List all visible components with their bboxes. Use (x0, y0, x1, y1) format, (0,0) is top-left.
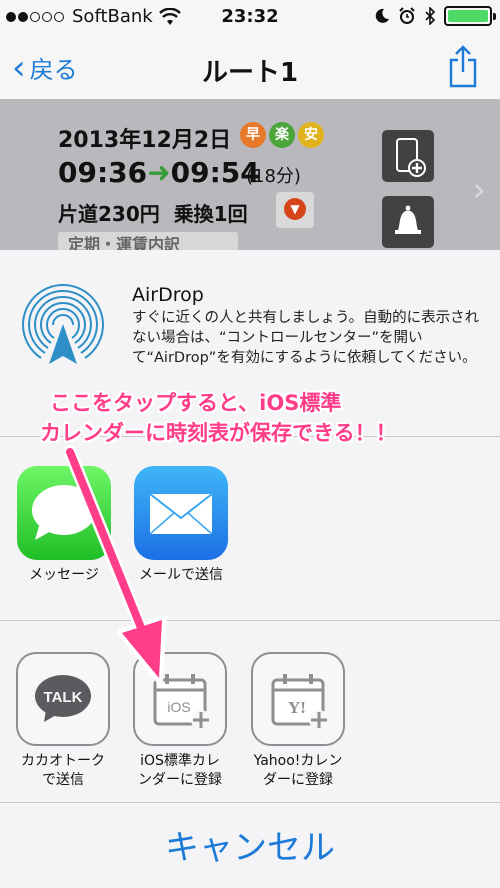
kakaotalk-icon: TALK (16, 652, 110, 746)
chevron-right-icon: › (472, 170, 486, 210)
mail-share-button[interactable]: メールで送信 (128, 466, 234, 585)
route-badges: 早 楽 安 (240, 122, 324, 148)
bell-icon (395, 205, 421, 234)
airdrop-title: AirDrop (132, 284, 204, 306)
do-not-disturb-moon-icon (375, 8, 389, 23)
cheapest-badge: 安 (298, 122, 324, 148)
fastest-badge: 早 (240, 122, 266, 148)
status-bar: SoftBank 23:32 (0, 0, 500, 36)
messages-share-button[interactable]: メッセージ (14, 466, 114, 585)
messages-label: メッセージ (29, 567, 99, 583)
share-icon[interactable] (448, 44, 478, 88)
kakaotalk-label: カカオトーク で送信 (21, 753, 105, 788)
page-title: ルート1 (201, 58, 299, 88)
annotation-line-2: カレンダーに時刻表が保存できる！！ (40, 421, 397, 445)
ios-calendar-label: iOS標準カレ ンダーに登録 (138, 753, 222, 788)
yahoo-calendar-add-icon: Y! (251, 652, 345, 746)
arrow-right-icon: ➜ (147, 156, 171, 189)
route-fare-info: 片道230円 乗換1回 (58, 198, 248, 227)
fare: 片道230円 (58, 202, 160, 226)
route-date: 2013年12月2日 (58, 128, 232, 153)
airdrop-icon[interactable] (16, 278, 110, 372)
add-to-phone-button[interactable] (382, 130, 434, 182)
svg-text:iOS: iOS (167, 699, 190, 715)
map-pin-button[interactable]: ▼ (276, 192, 314, 228)
chevron-down-circle-icon: ▼ (284, 198, 306, 220)
alarm-button[interactable] (382, 196, 434, 248)
annotation-text: ここをタップすると、iOS標準 カレンダーに時刻表が保存できる！！ (40, 388, 470, 448)
ios-calendar-add-icon: iOS (133, 652, 227, 746)
kakaotalk-share-button[interactable]: TALK カカオトーク で送信 (8, 652, 118, 790)
svg-text:TALK: TALK (44, 689, 83, 706)
route-times: 09:36➜09:54 (58, 156, 260, 189)
share-sheet: AirDrop すぐに近くの人と共有しましょう。自動的に表示されない場合は、“コ… (0, 250, 500, 888)
yahoo-calendar-register-button[interactable]: Y! Yahoo!カレン ダーに登録 (242, 652, 354, 790)
mail-icon (134, 466, 228, 560)
divider (0, 802, 500, 803)
bluetooth-icon (425, 7, 436, 25)
cancel-button[interactable]: キャンセル (0, 820, 500, 869)
alarm-clock-icon (399, 7, 415, 24)
route-duration: (18分) (246, 166, 301, 187)
departure-time: 09:36 (58, 156, 148, 189)
navigation-bar: ‹ 戻る ルート1 (0, 36, 500, 100)
add-to-phone-icon (396, 138, 426, 177)
airdrop-description: すぐに近くの人と共有しましょう。自動的に表示されない場合は、“コントロールセンタ… (132, 310, 480, 366)
annotation-line-1: ここをタップすると、iOS標準 (50, 391, 342, 415)
transfer-count: 乗換1回 (173, 202, 248, 226)
battery-icon (444, 6, 496, 26)
svg-text:Y!: Y! (288, 698, 306, 717)
yahoo-calendar-label: Yahoo!カレン ダーに登録 (253, 753, 343, 788)
fare-breakdown-tab[interactable]: 定期・運賃内訳 (58, 232, 238, 250)
easiest-badge: 楽 (269, 122, 295, 148)
ios-calendar-register-button[interactable]: iOS iOS標準カレ ンダーに登録 (124, 652, 236, 790)
divider (0, 620, 500, 621)
mail-label: メールで送信 (139, 567, 223, 583)
route-summary-card[interactable]: 2013年12月2日 早 楽 安 09:36➜09:54 (18分) 片道230… (0, 100, 500, 250)
messages-icon (17, 466, 111, 560)
